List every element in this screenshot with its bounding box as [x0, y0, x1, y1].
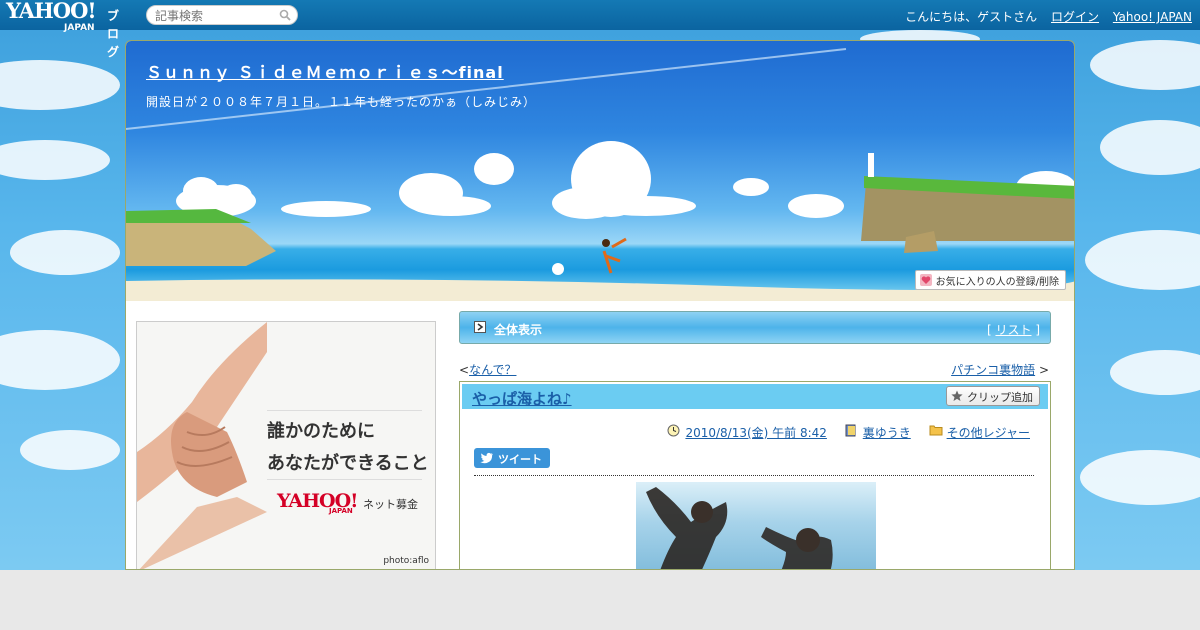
prev-article: <なんで？ [459, 361, 516, 378]
blog-header: Ｓｕｎｎｙ ＳｉｄｅＭｅｍｏｒｉｅｓ～final 開設日が２００８年７月１日。１… [126, 41, 1074, 301]
prev-arrow: < [459, 363, 470, 377]
article-title[interactable]: やっぱ海よね♪ [472, 388, 572, 409]
top-nav: こんにちは、ゲストさん ログイン Yahoo! JAPAN [895, 8, 1192, 25]
list-link[interactable]: リスト [995, 323, 1031, 337]
chevron-right-icon [474, 321, 486, 333]
article-category: その他レジャー [929, 424, 1030, 441]
search-input[interactable] [155, 8, 275, 23]
article-author-link[interactable]: 裏ゆうき [863, 426, 911, 440]
blog-description: 開設日が２００８年７月１日。１１年も経ったのかぁ（しみじみ） [146, 95, 537, 109]
list-link-wrap: [ リスト ] [987, 321, 1040, 338]
page-footer-band [0, 570, 1200, 630]
heart-icon [919, 274, 932, 289]
list-bracket-close: ] [1035, 323, 1040, 337]
all-view-bar: 全体表示 [ リスト ] [459, 311, 1051, 344]
ad-headline-1: 誰かのために [267, 421, 375, 442]
book-icon [845, 424, 856, 437]
article-meta: 2010/8/13(金) 午前 8:42 裏ゆうき その他レジャー [653, 424, 1030, 441]
article-date: 2010/8/13(金) 午前 8:42 [667, 424, 827, 441]
all-view-label[interactable]: 全体表示 [494, 321, 542, 338]
search-icon[interactable] [279, 9, 291, 24]
favorite-register-label: お気に入りの人の登録/削除 [935, 277, 1059, 288]
article-box: やっぱ海よね♪ クリップ追加 2010/8/13(金) 午前 8:42 裏ゆうき… [459, 381, 1051, 569]
ad-divider-top [267, 410, 422, 411]
next-article: パチンコ裏物語 > [951, 361, 1049, 378]
yahoo-japan-link[interactable]: Yahoo! JAPAN [1113, 10, 1192, 24]
yahoo-logo-sub: JAPAN [64, 23, 95, 33]
jumping-people-photo [646, 487, 833, 569]
greeting-text: こんにちは、ゲストさん [905, 10, 1038, 24]
list-bracket-open: [ [986, 323, 992, 337]
article-photo[interactable] [636, 482, 876, 569]
tweet-label: ツイート [498, 453, 542, 466]
article-header: やっぱ海よね♪ クリップ追加 [462, 384, 1048, 409]
next-arrow: > [1038, 363, 1049, 377]
handshake-image [137, 322, 267, 569]
clip-add-label: クリップ追加 [967, 391, 1033, 404]
blog-container: Ｓｕｎｎｙ ＳｉｄｅＭｅｍｏｒｉｅｓ～final 開設日が２００８年７月１日。１… [125, 40, 1075, 570]
folder-icon [929, 425, 943, 436]
article-divider [474, 475, 1034, 476]
article-author: 裏ゆうき [845, 424, 911, 441]
donation-ad-banner[interactable]: 誰かのために あなたができること YAHOO! JAPAN ネット募金 phot… [136, 321, 436, 569]
twitter-bird-icon [480, 452, 494, 467]
clock-icon [667, 424, 680, 437]
article-category-link[interactable]: その他レジャー [947, 426, 1030, 440]
ad-divider-bottom [267, 479, 422, 480]
prev-article-link[interactable]: なんで？ [469, 363, 516, 377]
article-date-link[interactable]: 2010/8/13(金) 午前 8:42 [685, 426, 826, 440]
clip-add-button[interactable]: クリップ追加 [946, 386, 1040, 406]
ad-yahoo-logo-sub: JAPAN [329, 507, 353, 515]
ad-photo-credit: photo:aflo [383, 556, 429, 566]
ad-donation-label: ネット募金 [363, 498, 418, 511]
tweet-button[interactable]: ツイート [474, 448, 550, 468]
yahoo-blog-label: ブログ [107, 9, 120, 59]
blog-title[interactable]: Ｓｕｎｎｙ ＳｉｄｅＭｅｍｏｒｉｅｓ～final [146, 59, 504, 83]
star-icon [951, 390, 963, 405]
ad-headline-2: あなたができること [267, 453, 429, 474]
next-article-link[interactable]: パチンコ裏物語 [951, 363, 1035, 377]
favorite-register-button[interactable]: お気に入りの人の登録/削除 [914, 270, 1066, 290]
top-bar: YAHOO! JAPAN ブログ こんにちは、ゲストさん ログイン Yahoo!… [0, 0, 1200, 59]
yahoo-logo[interactable]: YAHOO! JAPAN ブログ [6, 0, 119, 59]
search-box [146, 5, 298, 25]
login-link[interactable]: ログイン [1051, 10, 1099, 24]
